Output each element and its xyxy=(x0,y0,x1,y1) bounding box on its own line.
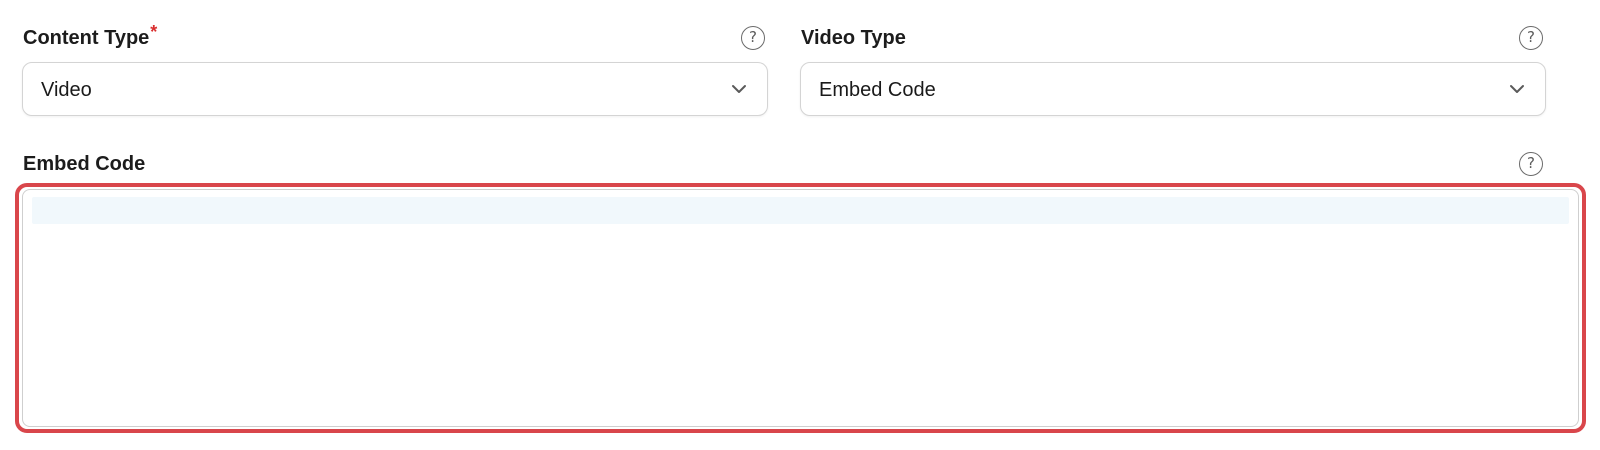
video-type-label: Video Type xyxy=(801,26,906,50)
content-type-label: Content Type* xyxy=(23,22,157,50)
editor-active-line xyxy=(32,197,1569,224)
embed-code-label: Embed Code xyxy=(23,152,145,176)
content-type-select[interactable]: Video xyxy=(22,62,768,116)
form-page: Content Type* ? Video Video Type ? Embed… xyxy=(0,0,1600,450)
content-type-selected-value: Video xyxy=(41,79,92,101)
content-type-label-text: Content Type xyxy=(23,27,150,49)
chevron-down-icon xyxy=(1510,85,1524,93)
chevron-down-icon xyxy=(732,85,746,93)
embed-code-label-text: Embed Code xyxy=(23,153,146,175)
video-type-label-text: Video Type xyxy=(801,27,906,49)
embed-code-editor[interactable] xyxy=(22,189,1579,427)
content-type-help-icon[interactable]: ? xyxy=(741,26,765,50)
video-type-selected-value: Embed Code xyxy=(819,79,936,101)
video-type-help-icon[interactable]: ? xyxy=(1519,26,1543,50)
required-mark: * xyxy=(150,22,158,42)
video-type-select[interactable]: Embed Code xyxy=(800,62,1546,116)
embed-code-help-icon[interactable]: ? xyxy=(1519,152,1543,176)
